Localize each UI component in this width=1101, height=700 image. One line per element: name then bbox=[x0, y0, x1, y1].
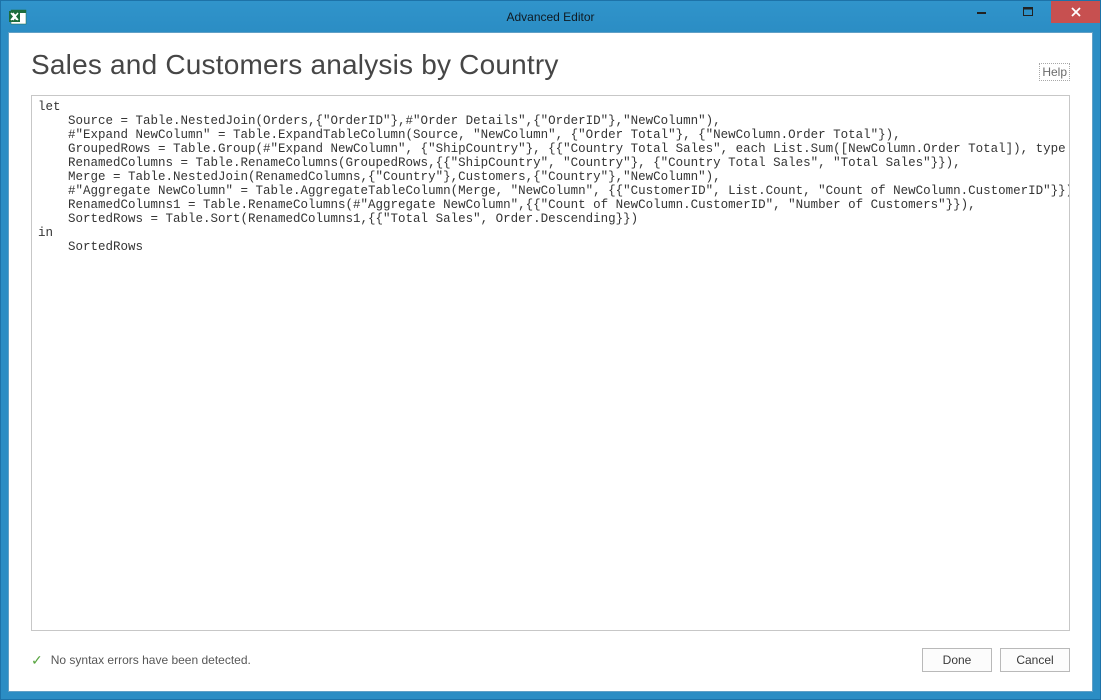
checkmark-icon: ✓ bbox=[31, 652, 43, 669]
status-text: No syntax errors have been detected. bbox=[51, 653, 251, 667]
dialog-window: X Advanced Editor Sales and Customers an… bbox=[0, 0, 1101, 700]
app-icon: X bbox=[9, 7, 29, 27]
syntax-status: ✓ No syntax errors have been detected. bbox=[31, 652, 251, 669]
window-controls bbox=[959, 1, 1100, 23]
minimize-button[interactable] bbox=[959, 1, 1005, 23]
footer-row: ✓ No syntax errors have been detected. D… bbox=[31, 643, 1070, 677]
svg-text:X: X bbox=[12, 13, 18, 22]
done-button[interactable]: Done bbox=[922, 648, 992, 672]
page-title: Sales and Customers analysis by Country bbox=[31, 49, 559, 81]
titlebar[interactable]: X Advanced Editor bbox=[1, 1, 1100, 32]
window-title: Advanced Editor bbox=[506, 10, 594, 24]
maximize-button[interactable] bbox=[1005, 1, 1051, 23]
cancel-button[interactable]: Cancel bbox=[1000, 648, 1070, 672]
close-button[interactable] bbox=[1051, 1, 1100, 23]
client-area: Sales and Customers analysis by Country … bbox=[8, 32, 1093, 692]
help-link[interactable]: Help bbox=[1039, 63, 1070, 81]
button-row: Done Cancel bbox=[922, 648, 1070, 672]
code-editor[interactable]: let Source = Table.NestedJoin(Orders,{"O… bbox=[31, 95, 1070, 631]
heading-row: Sales and Customers analysis by Country … bbox=[31, 49, 1070, 81]
